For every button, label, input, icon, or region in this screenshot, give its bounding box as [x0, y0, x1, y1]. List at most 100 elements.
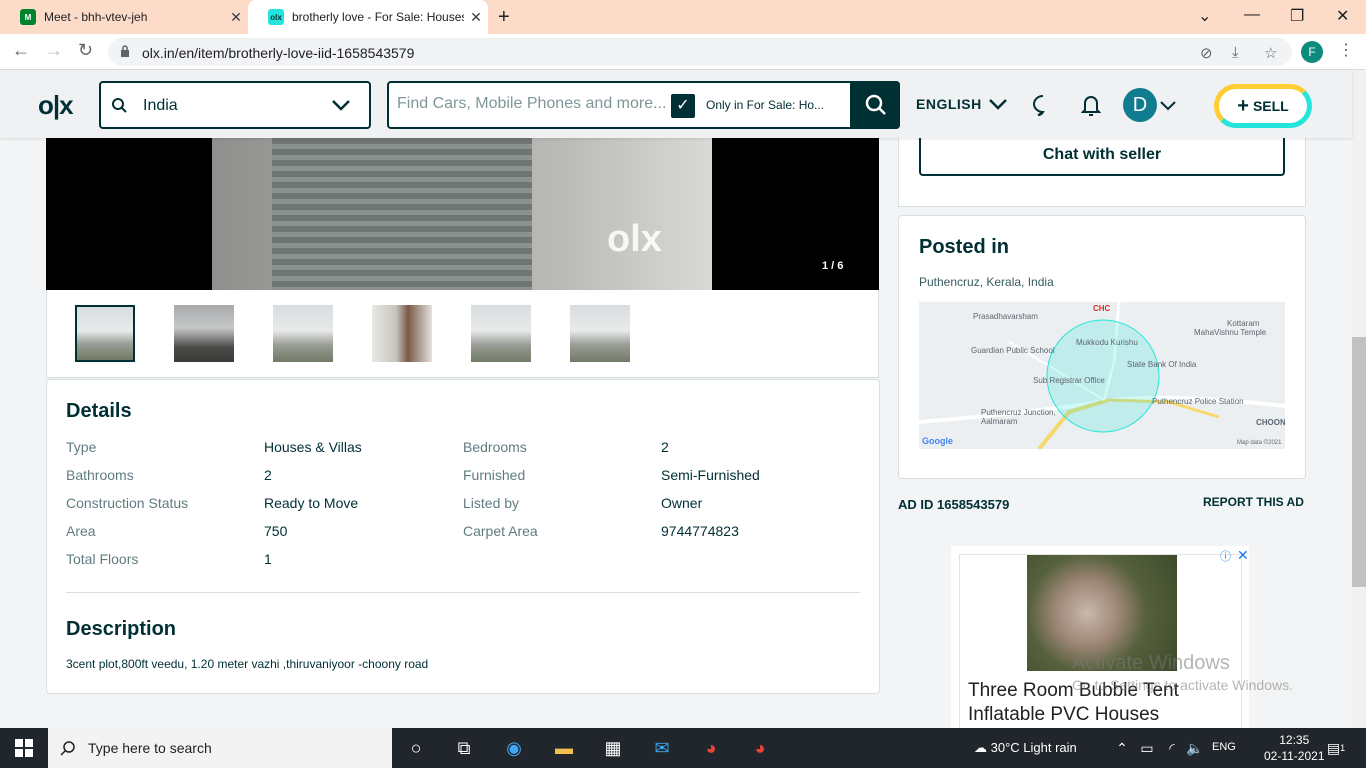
taskbar-search[interactable]: Type here to search — [48, 728, 392, 768]
ad-info-icon[interactable]: ⓘ — [1220, 548, 1231, 564]
wifi-icon[interactable]: ◜ — [1160, 736, 1184, 760]
thumbnail[interactable] — [570, 305, 630, 362]
search-button[interactable] — [850, 81, 900, 129]
input-language[interactable]: ENG — [1212, 741, 1236, 753]
search-icon — [865, 94, 886, 115]
advertisement[interactable]: Three Room Bubble Tent Inflatable PVC Ho… — [951, 546, 1249, 734]
sell-button[interactable]: + SELL — [1214, 84, 1312, 128]
thumbnail[interactable] — [273, 305, 333, 362]
thumbnail[interactable] — [471, 305, 531, 362]
bookmark-star-icon[interactable]: ☆ — [1264, 44, 1277, 62]
user-avatar[interactable]: D — [1123, 88, 1157, 122]
chrome-profile-icon[interactable]: ◕ — [748, 736, 772, 760]
profile-avatar[interactable]: F — [1301, 41, 1323, 63]
map-data-credit: Map data ©2021 — [1237, 440, 1282, 446]
description-text: 3cent plot,800ft veedu, 1.20 meter vazhi… — [66, 657, 429, 671]
chat-with-seller-button[interactable]: Chat with seller — [919, 136, 1285, 176]
image-counter: 1 / 6 — [822, 260, 844, 272]
browser-tab-bar: M Meet - bhh-vtev-jeh ✕ olx brotherly lo… — [0, 0, 1366, 34]
olx-favicon-icon: olx — [268, 9, 284, 25]
thumbnail[interactable] — [75, 305, 135, 362]
reload-icon[interactable]: ↻ — [78, 40, 93, 61]
location-map[interactable]: Prasadhavarsham CHC Kottaram MahaVishnu … — [919, 302, 1285, 449]
shutter-graphic — [392, 138, 532, 290]
browser-tab-olx[interactable]: olx brotherly love - For Sale: Houses ✕ — [248, 0, 488, 34]
address-bar[interactable]: olx.in/en/item/brotherly-love-iid-165854… — [108, 38, 1292, 66]
detail-label: Carpet Area — [463, 523, 538, 539]
details-heading: Details — [66, 400, 132, 422]
ad-close-icon[interactable]: ✕ — [1237, 547, 1249, 564]
detail-label: Area — [66, 523, 96, 539]
chrome-icon[interactable]: ◕ — [699, 736, 723, 760]
close-tab-icon[interactable]: ✕ — [464, 9, 488, 26]
search-input[interactable] — [397, 95, 665, 113]
chat-icon[interactable] — [1031, 94, 1055, 116]
image-gallery[interactable]: olx 1 / 6 — [46, 138, 879, 290]
detail-label: Type — [66, 439, 97, 455]
close-window-icon[interactable]: ✕ — [1336, 6, 1349, 26]
map-label: Prasadhavarsham — [973, 312, 1038, 321]
posted-location: Puthencruz, Kerala, India — [919, 275, 1054, 289]
language-selector[interactable]: ENGLISH — [916, 96, 1007, 112]
close-tab-icon[interactable]: ✕ — [224, 9, 248, 26]
posted-in-card: Posted in Puthencruz, Kerala, India Pras… — [898, 215, 1306, 479]
taskbar-search-placeholder: Type here to search — [88, 740, 212, 756]
chevron-down-icon[interactable] — [1160, 101, 1176, 111]
detail-label: Listed by — [463, 495, 520, 511]
notification-center-icon[interactable]: ▤ 1 — [1324, 736, 1348, 760]
detail-value: Houses & Villas — [264, 439, 362, 455]
show-hidden-icons[interactable]: ⌃ — [1110, 736, 1134, 760]
maximize-icon[interactable]: ❐ — [1290, 6, 1304, 26]
mail-icon[interactable]: ✉ — [650, 736, 674, 760]
olx-watermark: olx — [607, 218, 662, 260]
detail-label: Bedrooms — [463, 439, 527, 455]
description-heading: Description — [66, 618, 177, 640]
microsoft-store-icon[interactable]: ▦ — [601, 736, 625, 760]
language-label: ENGLISH — [916, 96, 982, 112]
new-tab-icon[interactable]: + — [498, 6, 510, 29]
olx-logo[interactable]: o|x — [38, 90, 74, 121]
thumbnail-strip — [46, 290, 879, 378]
task-view-icon[interactable]: ⧉ — [452, 736, 476, 760]
report-ad-link[interactable]: REPORT THIS AD — [1203, 495, 1304, 509]
main-listing-image[interactable]: olx — [212, 138, 712, 290]
windows-start-icon[interactable] — [12, 736, 36, 760]
weather-widget[interactable]: ☁ 30°C Light rain — [974, 740, 1077, 756]
map-label: CHOONDI — [1256, 418, 1285, 427]
chevron-down-icon — [332, 100, 350, 111]
search-icon — [60, 741, 75, 756]
detail-value: 2 — [661, 439, 669, 455]
volume-icon[interactable]: 🔈 — [1183, 736, 1207, 760]
thumbnail[interactable] — [174, 305, 234, 362]
ad-card[interactable]: Three Room Bubble Tent Inflatable PVC Ho… — [959, 554, 1242, 734]
sell-label: SELL — [1252, 98, 1289, 114]
minimize-icon[interactable]: — — [1244, 6, 1260, 24]
search-box: ✓ Only in For Sale: Ho... — [387, 81, 900, 129]
clock[interactable]: 12:35 02-11-2021 — [1264, 732, 1325, 764]
shutter-graphic — [272, 138, 392, 290]
back-icon[interactable]: ← — [12, 40, 30, 61]
only-in-category-label: Only in For Sale: Ho... — [706, 98, 825, 112]
forward-icon[interactable]: → — [45, 40, 63, 61]
cloud-icon: ☁ — [974, 740, 991, 755]
browser-tab-meet[interactable]: M Meet - bhh-vtev-jeh ✕ — [0, 0, 248, 34]
chrome-menu-icon[interactable]: ⋮ — [1338, 40, 1354, 60]
only-in-category-checkbox[interactable]: ✓ — [671, 94, 695, 118]
battery-icon[interactable]: ▭ — [1135, 736, 1159, 760]
location-selector[interactable]: India — [99, 81, 371, 129]
cortana-icon[interactable]: ○ — [404, 736, 428, 760]
tab-title: Meet - bhh-vtev-jeh — [44, 10, 148, 24]
details-card: Details Type Houses & Villas Bedrooms 2 … — [46, 379, 880, 694]
site-blocked-icon[interactable]: ⊘ — [1200, 44, 1213, 62]
install-app-icon[interactable]: ⤓ — [1232, 44, 1239, 61]
bell-icon[interactable] — [1081, 94, 1101, 116]
weather-text: 30°C Light rain — [990, 740, 1077, 755]
edge-icon[interactable]: ◉ — [502, 736, 526, 760]
scrollbar-thumb[interactable] — [1352, 337, 1366, 587]
thumbnail[interactable] — [372, 305, 432, 362]
activate-windows-watermark: Activate Windows — [1072, 652, 1230, 674]
tab-search-icon[interactable]: ⌄ — [1198, 6, 1211, 26]
google-logo: Google — [922, 436, 953, 446]
file-explorer-icon[interactable]: ▬ — [552, 736, 576, 760]
map-label: MahaVishnu Temple — [1194, 328, 1267, 337]
